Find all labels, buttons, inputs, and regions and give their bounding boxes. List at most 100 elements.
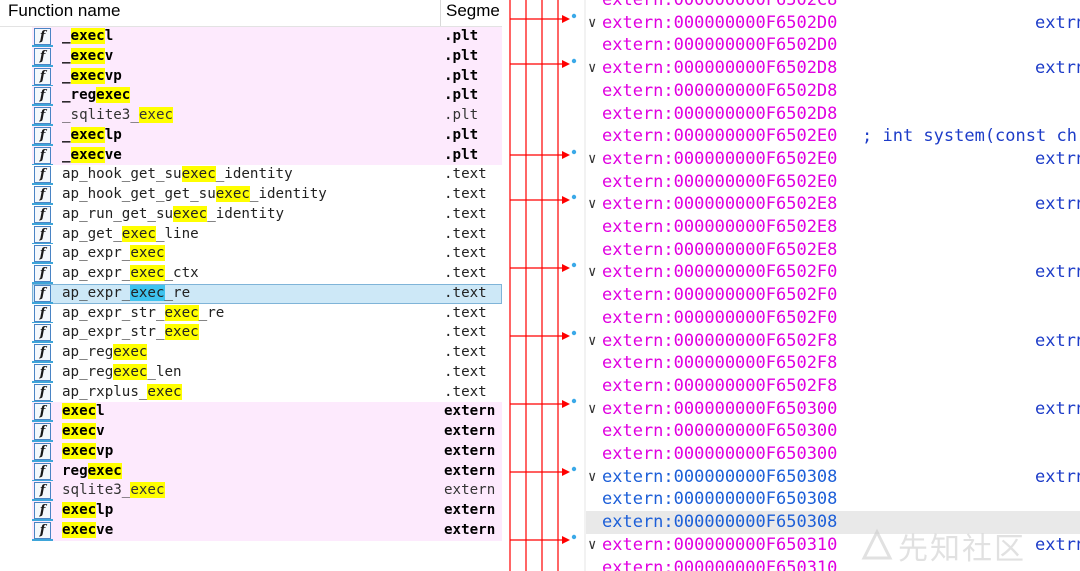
collapse-chevron-icon[interactable]: ∨: [588, 12, 596, 35]
disasm-line[interactable]: extern:000000000F6502F0: [586, 307, 1080, 330]
disasm-address: extern:000000000F650310: [602, 534, 838, 555]
disasm-line[interactable]: ∨ extern:000000000F650300 extrn: [586, 398, 1080, 421]
disasm-line[interactable]: extern:000000000F6502D8: [586, 103, 1080, 126]
watermark-logo-icon: [861, 528, 893, 560]
arrow-head-icon: [562, 332, 570, 340]
collapse-chevron-icon[interactable]: ∨: [588, 466, 596, 489]
column-header-function-name[interactable]: Function name: [8, 0, 438, 26]
function-row[interactable]: f ap_expr_str_exec .text: [32, 323, 502, 344]
function-row[interactable]: f _execl .plt: [32, 27, 502, 47]
function-name: sqlite3_exec: [62, 482, 165, 499]
function-icon: f: [32, 502, 53, 521]
disasm-line[interactable]: extern:000000000F6502E8: [586, 216, 1080, 239]
disasm-line[interactable]: extern:000000000F6502F8: [586, 352, 1080, 375]
function-row[interactable]: f ap_hook_get_get_suexec_identity .text: [32, 185, 502, 205]
function-name: ap_expr_str_exec_re: [62, 304, 225, 321]
search-match-highlight: exec: [130, 265, 165, 281]
function-row[interactable]: f ap_hook_get_suexec_identity .text: [32, 165, 502, 186]
breakpoint-dot-icon: [571, 13, 577, 19]
collapse-chevron-icon[interactable]: ∨: [588, 534, 596, 557]
disasm-line[interactable]: extern:000000000F6502E8: [586, 239, 1080, 262]
function-icon: f: [32, 28, 53, 47]
collapse-chevron-icon[interactable]: ∨: [588, 57, 596, 80]
function-icon: f: [32, 47, 53, 67]
function-row[interactable]: f execv extern: [32, 422, 502, 442]
function-row[interactable]: f _execve .plt: [32, 145, 502, 166]
search-match-highlight: exec: [62, 423, 97, 439]
disasm-line[interactable]: extern:000000000F6502D8: [586, 80, 1080, 103]
function-name: ap_rxplus_exec: [62, 383, 182, 400]
function-row[interactable]: f _execlp .plt: [32, 125, 502, 146]
breakpoint-dot-icon: [571, 466, 577, 472]
collapse-chevron-icon[interactable]: ∨: [588, 261, 596, 284]
column-header-segment[interactable]: Segme: [446, 0, 502, 26]
function-row[interactable]: f ap_regexec .text: [32, 343, 502, 363]
disasm-line[interactable]: extern:000000000F6502E0 ; int system(cons…: [586, 125, 1080, 148]
function-segment: .plt: [444, 47, 479, 64]
disasm-line[interactable]: extern:000000000F6502C8: [586, 0, 1080, 12]
disasm-line[interactable]: ∨ extern:000000000F6502F8 extrn: [586, 330, 1080, 353]
function-row[interactable]: f ap_rxplus_exec .text: [32, 382, 502, 403]
disasm-line[interactable]: extern:000000000F650308: [586, 488, 1080, 511]
function-row[interactable]: f ap_expr_exec_re .text: [32, 283, 502, 304]
function-row[interactable]: f _regexec .plt: [32, 86, 502, 107]
function-row[interactable]: f ap_expr_exec .text: [32, 244, 502, 265]
disasm-line[interactable]: extern:000000000F6502F0: [586, 284, 1080, 307]
function-row[interactable]: f ap_run_get_suexec_identity .text: [32, 204, 502, 225]
function-segment: .text: [444, 166, 487, 183]
arrow-head-icon: [562, 151, 570, 159]
disasm-line[interactable]: extern:000000000F650300: [586, 420, 1080, 443]
function-segment: extern: [444, 442, 496, 459]
function-row[interactable]: f ap_expr_str_exec_re .text: [32, 303, 502, 324]
function-name: _execv: [62, 47, 114, 64]
disasm-line[interactable]: ∨ extern:000000000F650308 extrn: [586, 466, 1080, 489]
disasm-line[interactable]: extern:000000000F6502F8: [586, 375, 1080, 398]
function-row[interactable]: f sqlite3_exec extern: [32, 481, 502, 502]
collapse-chevron-icon[interactable]: ∨: [588, 330, 596, 353]
search-match-highlight: exec: [181, 166, 216, 183]
search-match-highlight: exec: [70, 146, 105, 163]
disasm-address: extern:000000000F6502F8: [602, 375, 838, 396]
function-icon: f: [32, 423, 53, 442]
disasm-line[interactable]: ∨ extern:000000000F6502E8 extrn: [586, 193, 1080, 216]
function-row[interactable]: f execve extern: [32, 520, 502, 541]
function-row[interactable]: f ap_regexec_len .text: [32, 362, 502, 383]
disasm-address: extern:000000000F6502E8: [602, 217, 838, 237]
disasm-line[interactable]: extern:000000000F6502D0: [586, 34, 1080, 57]
collapse-chevron-icon[interactable]: ∨: [588, 148, 596, 171]
function-row[interactable]: f ap_get_exec_line .text: [32, 224, 502, 245]
disasm-line[interactable]: ∨ extern:000000000F6502D0 extrn: [586, 12, 1080, 35]
collapse-chevron-icon[interactable]: ∨: [588, 398, 596, 421]
function-row[interactable]: f _sqlite3_exec .plt: [32, 106, 502, 126]
arrow-head-icon: [562, 196, 570, 204]
function-name: ap_expr_exec: [62, 245, 165, 262]
function-icon: f: [32, 324, 53, 344]
column-divider[interactable]: [440, 0, 441, 26]
function-name: ap_hook_get_suexec_identity: [62, 166, 293, 183]
function-row[interactable]: f execvp extern: [32, 441, 502, 462]
disasm-mnemonic: extrn: [1035, 262, 1080, 283]
disasm-line[interactable]: ∨ extern:000000000F6502E0 extrn: [586, 148, 1080, 171]
function-name: _execve: [62, 146, 122, 163]
disasm-line[interactable]: extern:000000000F6502E0: [586, 171, 1080, 194]
function-row[interactable]: f regexec extern: [32, 461, 502, 482]
disasm-line[interactable]: ∨ extern:000000000F6502F0 extrn: [586, 261, 1080, 284]
function-segment: .plt: [444, 126, 479, 143]
function-row[interactable]: f _execv .plt: [32, 46, 502, 67]
function-icon: f: [32, 403, 53, 423]
function-icon: f: [32, 205, 53, 225]
function-row[interactable]: f ap_expr_exec_ctx .text: [32, 264, 502, 284]
function-icon: f: [32, 186, 53, 205]
search-match-highlight: exec: [70, 28, 105, 44]
function-row[interactable]: f execl extern: [32, 402, 502, 423]
function-name: execve: [62, 521, 114, 538]
function-icon: f: [32, 383, 53, 403]
function-row[interactable]: f _execvp .plt: [32, 66, 502, 87]
function-row[interactable]: f execlp extern: [32, 501, 502, 521]
collapse-chevron-icon[interactable]: ∨: [588, 193, 596, 216]
arrow-head-icon: [562, 60, 570, 68]
function-icon: f: [32, 521, 53, 541]
disasm-address: extern:000000000F6502D8: [602, 80, 838, 101]
disasm-line[interactable]: extern:000000000F650300: [586, 443, 1080, 466]
disasm-line[interactable]: ∨ extern:000000000F6502D8 extrn: [586, 57, 1080, 80]
